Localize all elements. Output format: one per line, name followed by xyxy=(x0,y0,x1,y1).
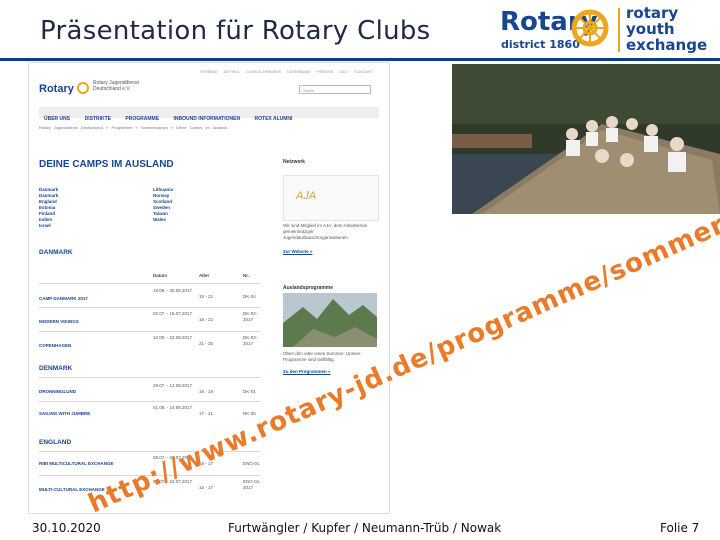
title-rule xyxy=(0,58,720,61)
aja-banner[interactable]: AJA xyxy=(283,175,379,221)
rye-wordmark: rotary youth exchange xyxy=(626,4,708,54)
col-alter: Alter xyxy=(199,273,210,278)
section-title: DENMARK xyxy=(39,365,73,372)
country-list-left: Danmark Danmark England Estonia Finland … xyxy=(39,187,58,229)
nav-item-ueber-uns[interactable]: ÜBER UNS xyxy=(44,114,70,125)
nav-item-inbound[interactable]: INBOUND INFORMATIONEN xyxy=(174,114,241,125)
site-logo[interactable]: Rotary xyxy=(39,83,74,95)
camp-link[interactable]: MODERN VIKINGS xyxy=(39,319,79,324)
page-heading: DEINE CAMPS IM AUSLAND xyxy=(39,159,174,170)
country-link[interactable]: Wales xyxy=(153,217,173,223)
site-wheel-icon xyxy=(77,82,89,94)
group-photo-image xyxy=(452,64,720,214)
camp-nr: ENG-01-2017 xyxy=(243,479,261,490)
slide-title: Präsentation für Rotary Clubs xyxy=(40,16,431,46)
camp-nr: DK-01 xyxy=(243,389,256,394)
col-nr: Nr. xyxy=(243,273,250,278)
camp-link[interactable]: DRONNINGLUND xyxy=(39,389,76,394)
camp-nr: DK-04 xyxy=(243,294,256,299)
camp-alter: 17 - 21 xyxy=(199,411,214,416)
divider xyxy=(39,307,261,308)
camp-alter: 18 - 22 xyxy=(199,317,214,322)
district-label: district 1860 xyxy=(501,38,580,51)
camp-alter: 21 - 25 xyxy=(199,341,214,346)
camp-link[interactable]: SAILING WITH JUMBRE xyxy=(39,411,90,416)
aside-link[interactable]: Zu den Programmen » xyxy=(283,369,331,374)
camp-alter: 16 - 19 xyxy=(199,389,214,394)
footer-date: 30.10.2020 xyxy=(32,521,101,535)
divider xyxy=(39,283,261,284)
footer-authors: Furtwängler / Kupfer / Neumann-Trüb / No… xyxy=(228,521,502,535)
camp-alter: 15 - 17 xyxy=(199,485,214,490)
aside-heading: Netzwerk xyxy=(283,159,305,165)
camp-link[interactable]: COPENHAGEN xyxy=(39,343,71,348)
rotary-wheel-icon xyxy=(571,9,609,47)
country-link[interactable]: Israel xyxy=(39,223,58,229)
camp-nr: ENG-01 xyxy=(243,461,260,466)
section-title: DANMARK xyxy=(39,249,73,256)
nav-item-rotex[interactable]: ROTEX ALUMNI xyxy=(255,114,293,125)
aside-heading: Auslandsprogramme xyxy=(283,285,334,291)
aside-text: Oben drin oder einen Sommer: Unsere Prog… xyxy=(283,351,361,362)
machu-picchu-image xyxy=(283,293,377,347)
logo-divider xyxy=(618,8,620,52)
camp-link[interactable]: RIBI MULTICULTURAL EXCHANGE xyxy=(39,461,114,466)
divider xyxy=(39,377,261,378)
aside-link[interactable]: Zur Website » xyxy=(283,249,312,254)
nav-item-distrikte[interactable]: DISTRIKTE xyxy=(85,114,111,125)
search-input[interactable]: Suche xyxy=(299,85,371,94)
camp-datum: 01.08. - 14.08.2017 xyxy=(153,405,193,410)
divider xyxy=(39,401,261,402)
rotary-logo-block: Rotary district 1860 rotary youth exchan… xyxy=(484,0,720,58)
camp-nr: DK-02-2017 xyxy=(243,311,258,322)
top-links[interactable]: TERMINE ARTIKEL DANKSCHREIBEN DATENBANK … xyxy=(200,69,373,74)
camp-datum: 19.08. - 30.08.2017 xyxy=(153,288,193,293)
camp-datum: 29.07. - 12.08.2017 xyxy=(153,383,193,388)
main-nav: ÜBER UNS DISTRIKTE PROGRAMME INBOUND INF… xyxy=(39,107,379,122)
site-logo-sub: Rotary Jugenddienst Deutschland e.V. xyxy=(93,80,139,92)
divider xyxy=(39,331,261,332)
nav-item-programme[interactable]: PROGRAMME xyxy=(125,114,159,125)
camp-link[interactable]: CAMP DANMARK 2017 xyxy=(39,296,88,301)
section-title: ENGLAND xyxy=(39,439,72,446)
breadcrumb[interactable]: Rotary Jugenddienst Deutschland » Progra… xyxy=(39,125,227,130)
aja-logo: AJA xyxy=(296,190,317,202)
footer-page-number: Folie 7 xyxy=(660,521,700,535)
camp-alter: 18 - 21 xyxy=(199,294,214,299)
camp-nr: DK-03-2017 xyxy=(243,335,258,346)
col-datum: Datum xyxy=(153,273,168,278)
camp-datum: 12.08. - 23.08.2017 xyxy=(153,335,193,340)
camp-datum: 02.07. - 16.07.2017 xyxy=(153,311,193,316)
country-list-right: Lithuania Norway Scotland Sweden Taiwan … xyxy=(153,187,173,223)
aside-text: Wir sind Mitglied im AJA, dem Arbeitskre… xyxy=(283,223,368,240)
